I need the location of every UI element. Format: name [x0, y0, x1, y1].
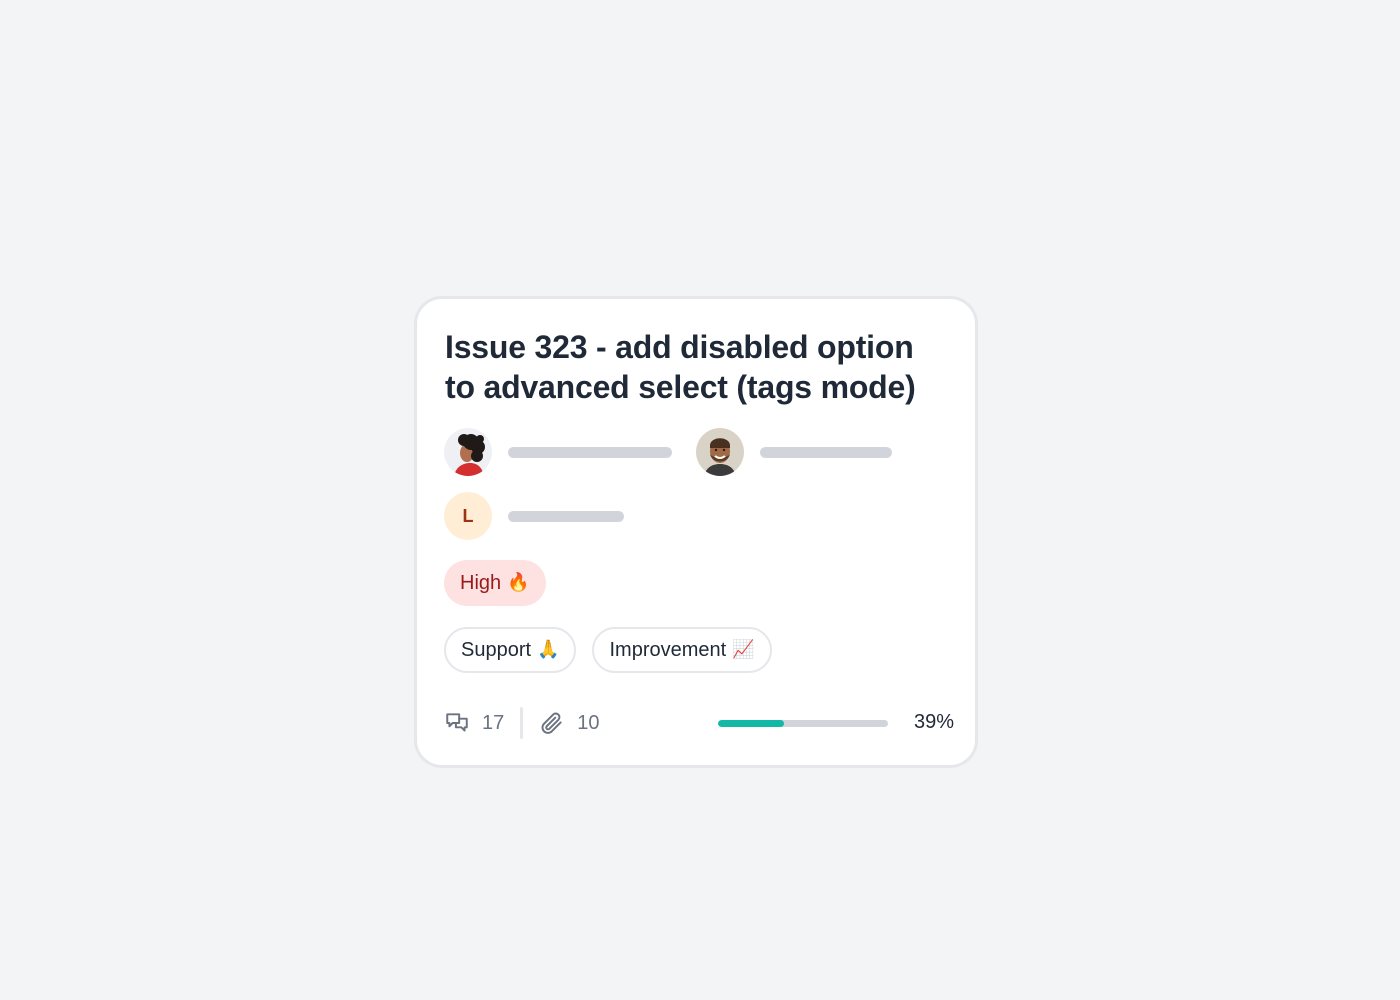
- comments-count: 17: [482, 711, 505, 734]
- progress-label: 39%: [913, 711, 954, 733]
- attachments-count: 10: [577, 711, 600, 734]
- curly-hair-person-avatar-icon: [444, 428, 492, 476]
- progress-bar-fill: [718, 720, 785, 727]
- task-card[interactable]: Issue 323 - add disabled option to advan…: [414, 296, 978, 768]
- fire-icon: 🔥: [507, 572, 530, 593]
- smiling-bearded-person-avatar-icon: [696, 428, 744, 476]
- card-footer: 17 10 39%: [444, 703, 954, 743]
- avatar: [696, 428, 744, 476]
- assignee-name-placeholder: [508, 446, 672, 458]
- avatar: [444, 428, 492, 476]
- tag-label: Support: [461, 638, 532, 661]
- priority-label: High: [460, 571, 502, 594]
- assignee-name-placeholder: [760, 446, 892, 458]
- tag-list: Support 🙏 Improvement 📈: [444, 627, 772, 673]
- assignee-item[interactable]: [444, 428, 672, 476]
- tag-improvement[interactable]: Improvement 📈: [592, 627, 772, 673]
- attachments-stat[interactable]: 10: [539, 710, 600, 736]
- avatar: L: [444, 492, 492, 540]
- comments-icon: [444, 710, 470, 736]
- praying-hands-icon: 🙏: [537, 639, 560, 660]
- progress-bar: [718, 720, 888, 727]
- assignee-list: L: [444, 428, 954, 544]
- assignee-item[interactable]: [696, 428, 892, 476]
- paperclip-icon: [539, 710, 565, 736]
- assignee-name-placeholder: [508, 510, 624, 522]
- task-title: Issue 323 - add disabled option to advan…: [445, 329, 916, 405]
- assignee-item[interactable]: L: [444, 492, 624, 540]
- tag-support[interactable]: Support 🙏: [444, 627, 577, 673]
- footer-divider: [520, 707, 524, 739]
- priority-badge[interactable]: High 🔥: [444, 560, 546, 606]
- comments-stat[interactable]: 17: [444, 710, 504, 736]
- chart-increasing-icon: 📈: [732, 639, 755, 660]
- tag-label: Improvement: [609, 638, 727, 661]
